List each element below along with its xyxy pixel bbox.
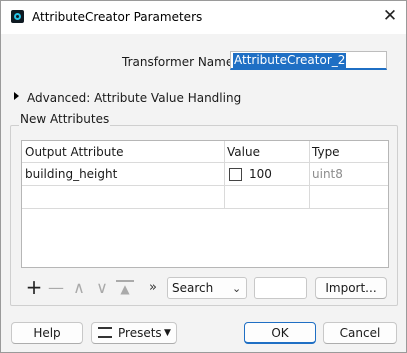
close-icon[interactable]: ✕ <box>381 7 399 25</box>
search-mode-value: Search <box>172 281 214 295</box>
column-header-value[interactable]: Value <box>224 141 309 163</box>
chevron-down-icon: ⌄ <box>232 282 242 295</box>
title-bar[interactable]: AttributeCreator Parameters ✕ <box>1 1 406 34</box>
add-icon[interactable]: + <box>25 277 43 297</box>
presets-label: Presets <box>118 326 162 340</box>
import-button[interactable]: Import... <box>315 277 387 299</box>
ok-button[interactable]: OK <box>244 322 316 344</box>
remove-icon[interactable]: — <box>47 280 65 296</box>
transformer-name-input[interactable]: AttributeCreator_2 <box>230 51 387 70</box>
value-checkbox[interactable] <box>229 168 242 181</box>
cancel-button[interactable]: Cancel <box>323 322 397 344</box>
window-title: AttributeCreator Parameters <box>32 10 203 24</box>
empty-table-row[interactable] <box>22 186 388 208</box>
fme-app-icon <box>11 10 24 23</box>
caret-down-icon: ▼ <box>164 328 171 338</box>
presets-button[interactable]: Presets ▼ <box>91 322 177 344</box>
search-input[interactable] <box>254 277 307 299</box>
advanced-section-toggle[interactable]: Advanced: Attribute Value Handling <box>27 91 241 105</box>
column-header-output-attribute[interactable]: Output Attribute <box>22 141 224 163</box>
cell-value[interactable]: 100 <box>246 163 306 185</box>
transformer-name-label: Transformer Name: <box>122 55 238 69</box>
more-options-icon[interactable]: » <box>146 280 160 296</box>
expand-arrow-icon[interactable] <box>14 92 19 100</box>
cell-output-attribute[interactable]: building_height <box>22 163 224 185</box>
move-up-icon[interactable]: ∧ <box>70 280 88 296</box>
help-button[interactable]: Help <box>11 322 83 344</box>
cell-type[interactable]: uint8 <box>309 163 389 185</box>
column-header-type[interactable]: Type <box>309 141 389 163</box>
presets-icon <box>98 327 112 338</box>
dialog-window: AttributeCreator Parameters ✕ Transforme… <box>0 0 407 353</box>
transformer-name-value: AttributeCreator_2 <box>233 53 347 68</box>
row-divider <box>22 208 388 209</box>
new-attributes-label: New Attributes <box>19 112 111 126</box>
move-down-icon[interactable]: ∨ <box>93 280 111 296</box>
attributes-table: Output Attribute Value Type building_hei… <box>21 140 389 268</box>
search-mode-select[interactable]: Search ⌄ <box>167 277 247 299</box>
move-to-top-icon[interactable]: ▲ <box>116 280 134 296</box>
